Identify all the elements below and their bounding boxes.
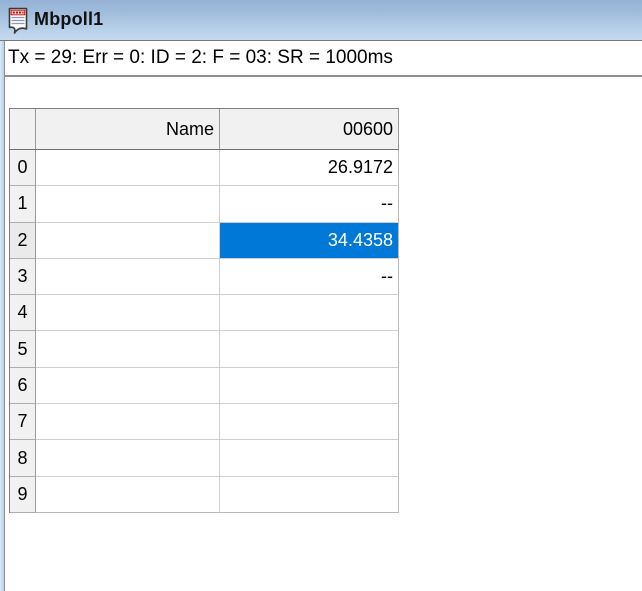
value-cell[interactable] [220,331,399,367]
name-cell[interactable] [36,368,220,404]
row-header[interactable]: 1 [10,186,36,222]
modbus-poll-document-icon [6,7,30,35]
value-cell[interactable] [220,440,399,476]
value-cell[interactable]: 26.9172 [220,150,399,186]
name-cell[interactable] [36,440,220,476]
value-cell[interactable] [220,477,399,513]
grid-row-1: 1 -- [10,186,399,222]
name-cell[interactable] [36,404,220,440]
grid-row-5: 5 [10,331,399,367]
name-cell[interactable] [36,150,220,186]
row-header[interactable]: 9 [10,477,36,513]
grid-row-6: 6 [10,368,399,404]
row-header[interactable]: 3 [10,259,36,295]
grid-row-7: 7 [10,404,399,440]
communication-status-text: Tx = 29: Err = 0: ID = 2: F = 03: SR = 1… [5,41,642,77]
name-cell[interactable] [36,223,220,259]
name-cell[interactable] [36,331,220,367]
grid-row-0: 0 26.9172 [10,150,399,186]
row-header[interactable]: 6 [10,368,36,404]
row-header[interactable]: 5 [10,331,36,367]
register-grid: Name 00600 0 26.9172 1 -- 2 34.4358 3 --… [9,108,399,513]
row-header[interactable]: 0 [10,150,36,186]
value-cell[interactable]: -- [220,186,399,222]
name-cell[interactable] [36,295,220,331]
value-cell[interactable] [220,368,399,404]
row-header[interactable]: 7 [10,404,36,440]
grid-row-9: 9 [10,477,399,513]
row-header[interactable]: 2 [10,223,36,259]
grid-row-2: 2 34.4358 [10,223,399,259]
value-cell[interactable]: -- [220,259,399,295]
value-cell[interactable] [220,295,399,331]
selected-value-cell[interactable]: 34.4358 [220,223,399,259]
row-header[interactable]: 4 [10,295,36,331]
name-cell[interactable] [36,259,220,295]
grid-corner-cell[interactable] [10,109,36,150]
grid-row-4: 4 [10,295,399,331]
window-left-frame [0,41,5,591]
name-cell[interactable] [36,477,220,513]
grid-row-8: 8 [10,440,399,476]
grid-header-row: Name 00600 [10,109,399,150]
column-header-register[interactable]: 00600 [220,109,399,150]
window-titlebar[interactable]: Mbpoll1 [0,0,642,41]
name-cell[interactable] [36,186,220,222]
window-title: Mbpoll1 [34,9,103,32]
row-header[interactable]: 8 [10,440,36,476]
grid-row-3: 3 -- [10,259,399,295]
value-cell[interactable] [220,404,399,440]
column-header-name[interactable]: Name [36,109,220,150]
